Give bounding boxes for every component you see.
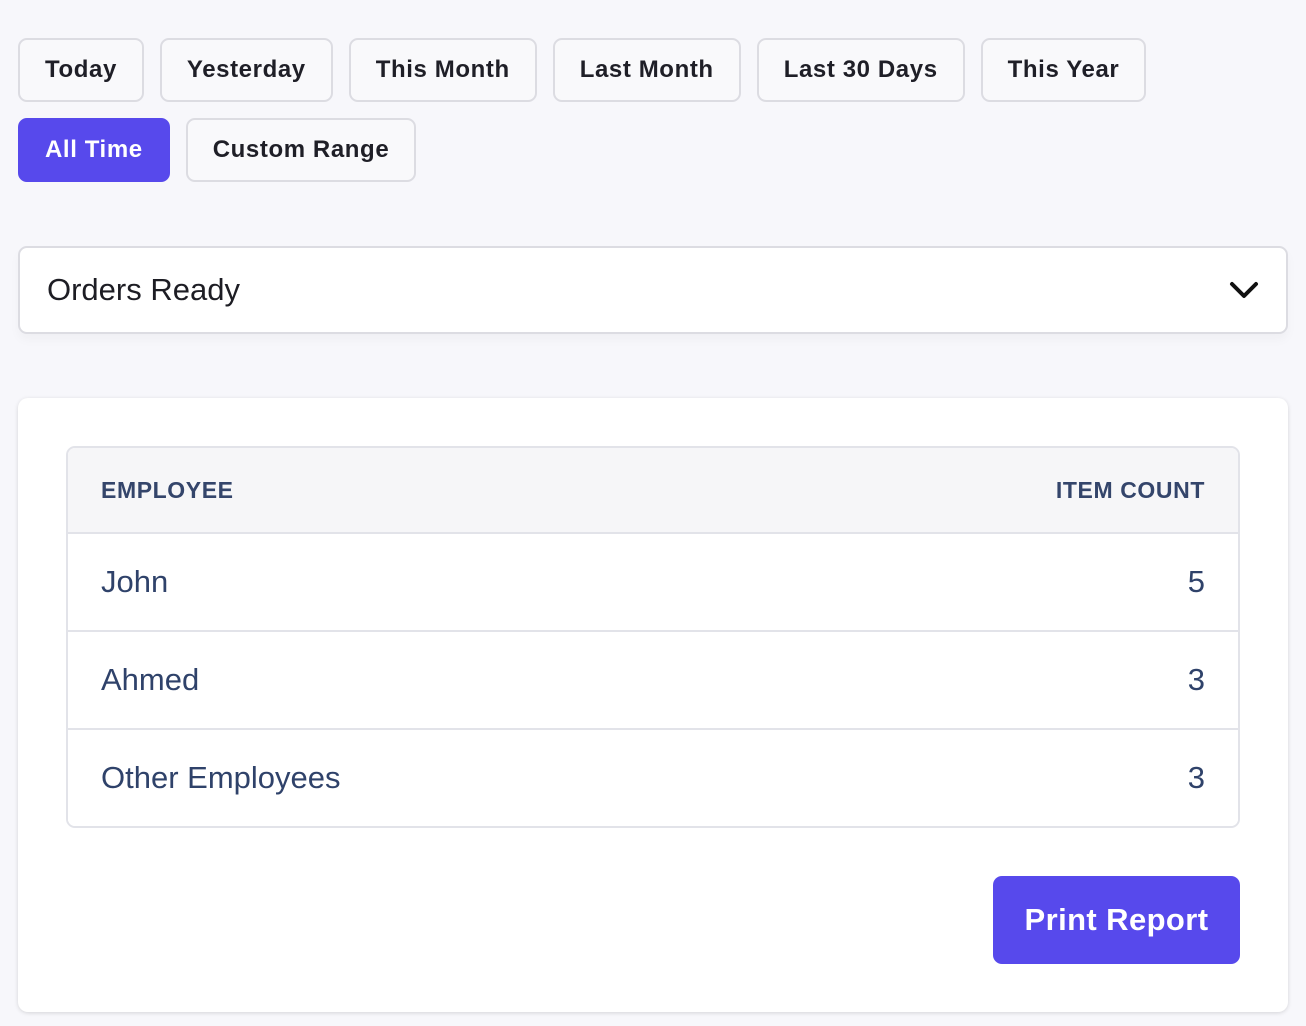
range-last-month-button[interactable]: Last Month [552,38,741,102]
item-count-column-header: ITEM COUNT [1055,476,1205,503]
range-this-year-button[interactable]: This Year [980,38,1147,102]
range-today-button[interactable]: Today [18,38,144,102]
report-type-selected-value: Orders Ready [47,272,240,307]
item-count: 3 [1187,662,1205,697]
table-row: Other Employees 3 [68,730,1238,826]
range-custom-range-button[interactable]: Custom Range [185,118,417,182]
range-yesterday-button[interactable]: Yesterday [159,38,333,102]
report-type-select[interactable]: Orders Ready [18,246,1288,334]
date-range-filter: Today Yesterday This Month Last Month La… [18,38,1288,182]
chevron-down-icon [1228,274,1260,306]
employee-name: Ahmed [101,662,200,697]
item-count: 3 [1187,760,1205,795]
employee-name: Other Employees [101,760,341,795]
employee-item-table: EMPLOYEE ITEM COUNT John 5 Ahmed 3 Other… [66,446,1240,828]
range-this-month-button[interactable]: This Month [348,38,537,102]
range-last-30-days-button[interactable]: Last 30 Days [756,38,965,102]
table-header: EMPLOYEE ITEM COUNT [68,448,1238,534]
table-row: John 5 [68,534,1238,632]
item-count: 5 [1187,564,1205,599]
report-card: EMPLOYEE ITEM COUNT John 5 Ahmed 3 Other… [18,398,1288,1012]
employee-name: John [101,564,169,599]
employee-column-header: EMPLOYEE [101,476,234,503]
print-report-button[interactable]: Print Report [993,876,1240,964]
range-all-time-button[interactable]: All Time [18,118,170,182]
table-row: Ahmed 3 [68,632,1238,730]
